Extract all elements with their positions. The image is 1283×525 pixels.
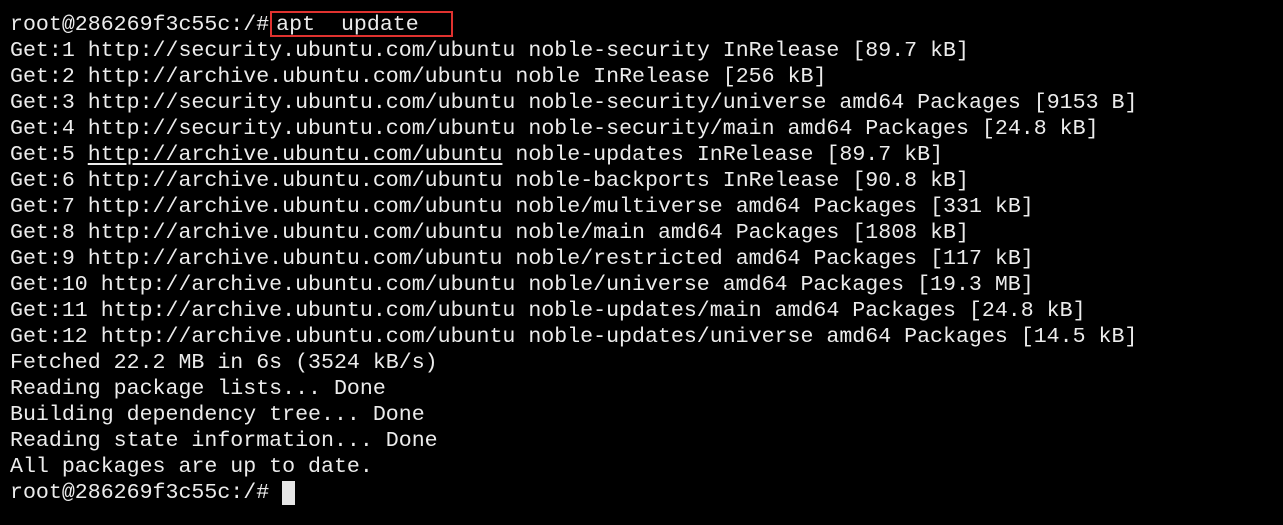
summary-line: Building dependency tree... Done — [10, 403, 425, 427]
package-info: noble InRelease [256 kB] — [502, 65, 827, 89]
output-line: Get:8 http://archive.ubuntu.com/ubuntu n… — [0, 220, 1283, 246]
output-line: Get:12 http://archive.ubuntu.com/ubuntu … — [0, 324, 1283, 350]
repository-url: http://archive.ubuntu.com/ubuntu — [100, 325, 516, 349]
highlighted-command: apt update — [270, 11, 453, 37]
package-info: noble/multiverse amd64 Packages [331 kB] — [502, 195, 1034, 219]
get-prefix: Get:7 — [10, 195, 88, 219]
package-info: noble-security/main amd64 Packages [24.8… — [515, 117, 1099, 141]
get-prefix: Get:4 — [10, 117, 88, 141]
command-summary: Fetched 22.2 MB in 6s (3524 kB/s) Reading… — [0, 350, 1283, 480]
output-line: Get:3 http://security.ubuntu.com/ubuntu … — [0, 90, 1283, 116]
command-line: root@286269f3c55c:/# apt update — [0, 11, 1283, 38]
output-line: Get:10 http://archive.ubuntu.com/ubuntu … — [0, 272, 1283, 298]
get-prefix: Get:5 — [10, 143, 88, 167]
summary-line: Reading state information... Done — [10, 429, 438, 453]
package-info: noble/main amd64 Packages [1808 kB] — [502, 221, 969, 245]
output-line: Get:2 http://archive.ubuntu.com/ubuntu n… — [0, 64, 1283, 90]
terminal-window[interactable]: root@286269f3c55c:/# apt update Get:1 htt… — [0, 0, 1283, 525]
package-info: noble-updates/main amd64 Packages [24.8 … — [515, 299, 1086, 323]
package-info: noble/restricted amd64 Packages [117 kB] — [502, 247, 1034, 271]
repository-url: http://security.ubuntu.com/ubuntu — [87, 39, 516, 63]
get-prefix: Get:3 — [10, 91, 88, 115]
command-output: Get:1 http://security.ubuntu.com/ubuntu … — [0, 38, 1283, 350]
output-line: Get:1 http://security.ubuntu.com/ubuntu … — [0, 38, 1283, 64]
get-prefix: Get:12 — [10, 325, 101, 349]
output-line: Get:11 http://archive.ubuntu.com/ubuntu … — [0, 298, 1283, 324]
summary-line: Fetched 22.2 MB in 6s (3524 kB/s) — [10, 351, 438, 375]
package-info: noble-backports InRelease [90.8 kB] — [502, 169, 969, 193]
repository-url: http://archive.ubuntu.com/ubuntu — [87, 169, 503, 193]
summary-line: Reading package lists... Done — [10, 377, 386, 401]
package-info: noble-security InRelease [89.7 kB] — [515, 39, 969, 63]
output-line: Get:7 http://archive.ubuntu.com/ubuntu n… — [0, 194, 1283, 220]
package-info: noble-updates/universe amd64 Packages [1… — [515, 325, 1138, 349]
shell-prompt: root@286269f3c55c:/# — [10, 13, 270, 37]
package-info: noble-security/universe amd64 Packages [… — [515, 91, 1138, 115]
repository-url: http://archive.ubuntu.com/ubuntu — [87, 221, 503, 245]
get-prefix: Get:8 — [10, 221, 88, 245]
get-prefix: Get:6 — [10, 169, 88, 193]
get-prefix: Get:2 — [10, 65, 88, 89]
summary-line: All packages are up to date. — [10, 455, 373, 479]
repository-url: http://archive.ubuntu.com/ubuntu — [87, 247, 503, 271]
repository-url: http://security.ubuntu.com/ubuntu — [87, 91, 516, 115]
repository-url: http://security.ubuntu.com/ubuntu — [87, 117, 516, 141]
repository-url[interactable]: http://archive.ubuntu.com/ubuntu — [88, 143, 503, 167]
get-prefix: Get:10 — [10, 273, 101, 297]
final-prompt-line[interactable]: root@286269f3c55c:/# — [0, 480, 1283, 506]
cursor-block — [282, 481, 296, 505]
package-info: noble-updates InRelease [89.7 kB] — [502, 143, 944, 167]
get-prefix: Get:9 — [10, 247, 88, 271]
package-info: noble/universe amd64 Packages [19.3 MB] — [515, 273, 1034, 297]
repository-url: http://archive.ubuntu.com/ubuntu — [100, 273, 516, 297]
shell-prompt: root@286269f3c55c:/# — [10, 481, 270, 505]
get-prefix: Get:1 — [10, 39, 88, 63]
repository-url: http://archive.ubuntu.com/ubuntu — [87, 195, 503, 219]
output-line: Get:5 http://archive.ubuntu.com/ubuntu n… — [0, 142, 1283, 168]
output-line: Get:9 http://archive.ubuntu.com/ubuntu n… — [0, 246, 1283, 272]
output-line: Get:4 http://security.ubuntu.com/ubuntu … — [0, 116, 1283, 142]
repository-url: http://archive.ubuntu.com/ubuntu — [87, 65, 503, 89]
repository-url: http://archive.ubuntu.com/ubuntu — [100, 299, 516, 323]
output-line: Get:6 http://archive.ubuntu.com/ubuntu n… — [0, 168, 1283, 194]
get-prefix: Get:11 — [10, 299, 101, 323]
